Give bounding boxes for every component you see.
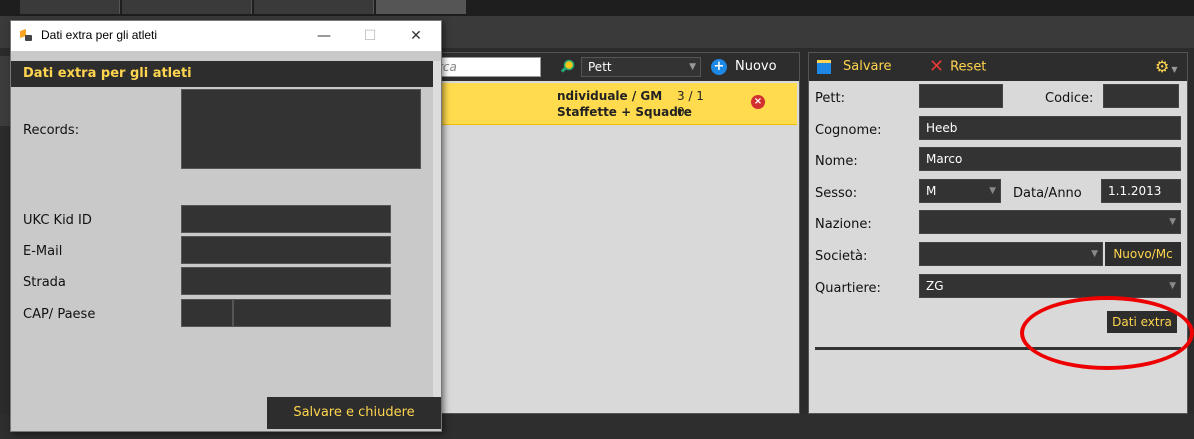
data-anno-label: Data/Anno [1013,186,1082,201]
reset-button[interactable]: ✕ Reset [929,57,1019,77]
societa-label: Società: [815,249,868,264]
gear-icon[interactable]: ⚙ ▼ [1155,57,1181,77]
strada-label: Strada [23,275,66,290]
nome-field[interactable]: Marco [919,147,1181,171]
save-icon [817,59,831,74]
records-field[interactable] [181,89,421,169]
chevron-down-icon: ▼ [1091,249,1098,259]
ukc-kid-id-label: UKC Kid ID [23,213,92,228]
pett-field[interactable] [919,84,1003,108]
cognome-field[interactable]: Heeb [919,116,1181,140]
list-item[interactable]: ndividuale / GM 3 / 1 Staffette + Squadr… [421,83,797,125]
quartiere-select[interactable]: ZG ▼ [919,274,1181,298]
dialog-body: Dati extra per gli atleti Records: UKC K… [11,51,441,431]
save-button[interactable]: Salvare [817,57,907,77]
sort-select-value: Pett [588,60,612,74]
codice-label: Codice: [1045,91,1094,106]
save-and-close-button[interactable]: Salvare e chiudere [267,397,441,429]
detail-toolbar: Salvare ✕ Reset ⚙ ▼ [809,53,1187,81]
quartiere-value: ZG [926,279,944,293]
sort-select[interactable]: Pett ▼ [581,57,701,77]
background-tab[interactable] [20,0,120,14]
row-line2-label: Staffette + Squadre [557,105,692,119]
nazione-label: Nazione: [815,217,872,232]
chevron-down-icon: ▼ [1169,281,1176,291]
records-label: Records: [23,123,80,138]
dialog-title: Dati extra per gli atleti [41,28,158,42]
plus-icon: + [711,58,727,75]
reset-label: Reset [950,59,987,75]
close-button[interactable]: ✕ [393,21,439,51]
codice-field[interactable] [1103,84,1179,108]
sesso-label: Sesso: [815,186,858,201]
new-athlete-button[interactable]: + Nuovo [711,57,801,77]
data-anno-field[interactable]: 1.1.2013 [1101,179,1181,203]
cognome-label: Cognome: [815,123,882,138]
nuovo-modifica-button[interactable]: Nuovo/Mc [1105,242,1181,266]
save-label: Salvare [843,59,892,74]
athlete-list-panel: rca Pett ▼ + Nuovo ndividuale / GM 3 / 1 … [420,52,800,414]
close-x-icon: ✕ [929,56,945,77]
chevron-down-icon: ▼ [689,62,696,72]
ukc-kid-id-field[interactable] [181,205,391,233]
list-toolbar: rca Pett ▼ + Nuovo [421,53,799,81]
nazione-select[interactable]: ▼ [919,210,1181,234]
new-athlete-label: Nuovo [735,59,777,74]
cap-field[interactable] [181,299,233,327]
strada-field[interactable] [181,267,391,295]
chevron-down-icon: ▼ [1169,217,1176,227]
row-line1-count: 3 / 1 [677,89,704,103]
row-line-relay: Staffette + Squadre 0 [557,105,692,119]
dialog-header: Dati extra per gli atleti [11,61,433,87]
delete-icon[interactable]: × [751,95,765,109]
row-line-individual: ndividuale / GM 3 / 1 [557,89,704,103]
maximize-button[interactable]: ☐ [347,21,393,51]
background-tab-active[interactable] [376,0,466,14]
sesso-select[interactable]: M ▼ [919,179,1001,203]
sort-key-icon [559,59,575,75]
societa-select[interactable]: ▼ [919,242,1103,266]
quartiere-label: Quartiere: [815,281,881,296]
dialog-titlebar[interactable]: Dati extra per gli atleti — ☐ ✕ [11,21,441,51]
minimize-button[interactable]: — [301,21,347,51]
cap-paese-label: CAP/ Paese [23,307,96,322]
chevron-down-icon: ▼ [989,186,996,196]
sesso-value: M [926,184,937,198]
background-tab[interactable] [254,0,374,14]
nome-label: Nome: [815,154,858,169]
row-line2-count: 0 [677,105,685,119]
row-line1-label: ndividuale / GM [557,89,663,103]
highlight-ellipse [1020,296,1194,370]
dialog-scroll-edge [433,61,441,417]
pett-label: Pett: [815,91,845,106]
paese-field[interactable] [233,299,391,327]
email-field[interactable] [181,236,391,264]
background-tab[interactable] [122,0,252,14]
email-label: E-Mail [23,244,63,259]
app-icon [19,28,33,42]
extra-data-dialog: Dati extra per gli atleti — ☐ ✕ Dati ext… [10,20,442,432]
chevron-down-icon: ▼ [1171,65,1178,74]
